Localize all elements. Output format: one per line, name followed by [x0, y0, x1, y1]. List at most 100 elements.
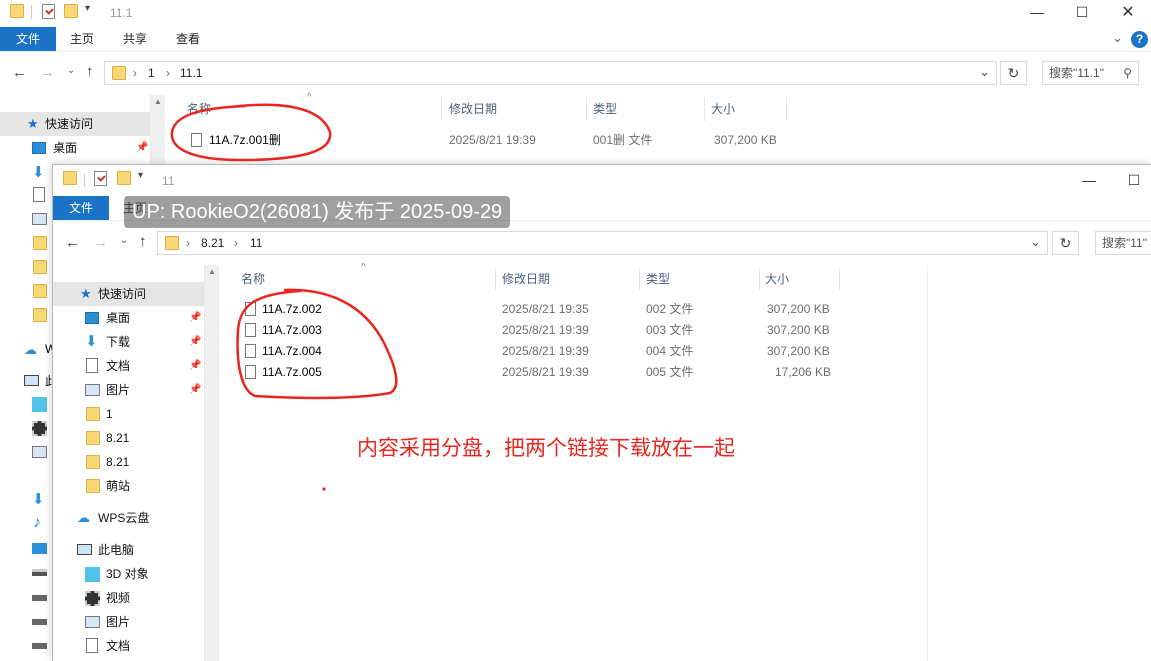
- address-dropdown-icon[interactable]: ⌄: [979, 64, 990, 80]
- file-row[interactable]: 11A.7z.005 2025/8/21 19:39 005 文件 17,206…: [219, 362, 1151, 383]
- column-header-name[interactable]: 名称: [241, 265, 265, 293]
- minimize-button[interactable]: —: [1014, 0, 1060, 25]
- column-divider[interactable]: [759, 267, 760, 291]
- properties-icon[interactable]: [94, 171, 107, 189]
- nav-item-folder-1[interactable]: 1: [53, 402, 204, 426]
- properties-icon[interactable]: [42, 4, 55, 22]
- nav-item-pictures[interactable]: 图片 📌: [53, 378, 204, 402]
- search-input[interactable]: 搜索"11.1" ⚲: [1042, 61, 1139, 85]
- file-date: 2025/8/21 19:35: [502, 302, 589, 316]
- nav-item-documents[interactable]: 文档 📌: [53, 354, 204, 378]
- back-arrow-icon[interactable]: ←: [12, 64, 27, 81]
- file-date: 2025/8/21 19:39: [502, 365, 589, 379]
- 3d-objects-icon: [85, 567, 100, 582]
- nav-label: 快速访问: [45, 117, 94, 131]
- nav-item-folder-mengzhan[interactable]: 萌站: [53, 474, 204, 498]
- scroll-up-icon[interactable]: ▲: [208, 267, 216, 276]
- drive-icon: [32, 569, 47, 576]
- address-bar[interactable]: › 8.21 › 11 ⌄: [157, 231, 1048, 255]
- nav-item-documents-pc[interactable]: 文档: [53, 634, 204, 658]
- column-divider[interactable]: [639, 267, 640, 291]
- nav-item-desktop[interactable]: 桌面 📌: [53, 306, 204, 330]
- tab-home[interactable]: 主页: [70, 27, 94, 51]
- pin-icon[interactable]: 📌: [189, 354, 201, 378]
- breadcrumb-item[interactable]: 11.1: [180, 66, 202, 80]
- forward-arrow-icon[interactable]: →: [40, 64, 55, 81]
- column-header-date[interactable]: 修改日期: [502, 265, 550, 293]
- column-header-size[interactable]: 大小: [711, 95, 735, 123]
- column-divider[interactable]: [441, 97, 442, 121]
- file-row[interactable]: 11A.7z.003 2025/8/21 19:39 003 文件 307,20…: [219, 320, 1151, 341]
- nav-item-pictures-pc[interactable]: 图片: [53, 610, 204, 634]
- column-divider[interactable]: [704, 97, 705, 121]
- pin-icon[interactable]: 📌: [189, 330, 201, 354]
- up-arrow-icon[interactable]: ↑: [139, 233, 147, 250]
- tab-share[interactable]: 共享: [123, 27, 147, 51]
- pin-icon[interactable]: 📌: [136, 136, 148, 160]
- up-arrow-icon[interactable]: ↑: [86, 63, 94, 80]
- nav-item-quick-access[interactable]: ★ 快速访问: [0, 112, 150, 136]
- download-icon: ⬇: [85, 333, 98, 350]
- quick-access-dropdown-icon[interactable]: ▾: [138, 170, 143, 181]
- nav-item-desktop[interactable]: 桌面 📌: [0, 136, 150, 160]
- folder-icon: [10, 4, 24, 21]
- pin-icon[interactable]: 📌: [189, 378, 201, 402]
- breadcrumb-separator-icon: ›: [186, 236, 190, 250]
- minimize-button[interactable]: —: [1066, 168, 1112, 193]
- window-title: 11.1: [110, 6, 133, 20]
- breadcrumb-item[interactable]: 8.21: [201, 236, 224, 250]
- drive-icon: [32, 619, 47, 625]
- file-row[interactable]: 11A.7z.004 2025/8/21 19:39 004 文件 307,20…: [219, 341, 1151, 362]
- ribbon-expand-icon[interactable]: ⌄: [1112, 30, 1123, 46]
- nav-item-wps-cloud[interactable]: ☁ WPS云盘: [53, 506, 204, 530]
- nav-item-3d-objects[interactable]: 3D 对象: [53, 562, 204, 586]
- 3d-objects-icon: [32, 397, 47, 412]
- address-dropdown-icon[interactable]: ⌄: [1030, 234, 1041, 250]
- recent-dropdown-icon[interactable]: ⌄: [67, 65, 75, 76]
- file-icon: [191, 133, 202, 147]
- column-divider[interactable]: [839, 267, 840, 291]
- file-row[interactable]: 11A.7z.002 2025/8/21 19:35 002 文件 307,20…: [219, 299, 1151, 320]
- maximize-button[interactable]: ☐: [1111, 168, 1151, 193]
- column-header-size[interactable]: 大小: [765, 265, 789, 293]
- nav-item-folder-8-21[interactable]: 8.21: [53, 450, 204, 474]
- back-titlebar: ▾ 11.1 — ☐ ✕: [0, 0, 1151, 25]
- new-folder-icon[interactable]: [64, 4, 78, 21]
- column-header-name[interactable]: 名称: [187, 95, 211, 123]
- new-folder-icon[interactable]: [117, 171, 131, 188]
- refresh-button[interactable]: ↻: [1000, 61, 1027, 85]
- nav-scrollbar[interactable]: ▲: [204, 265, 219, 661]
- tab-view[interactable]: 查看: [176, 27, 200, 51]
- file-row[interactable]: 11A.7z.001删 2025/8/21 19:39 001删 文件 307,…: [165, 130, 1151, 151]
- column-divider[interactable]: [586, 97, 587, 121]
- maximize-button[interactable]: ☐: [1059, 0, 1105, 25]
- recent-dropdown-icon[interactable]: ⌄: [120, 235, 128, 246]
- file-icon: [245, 323, 256, 337]
- nav-item-folder-8-21[interactable]: 8.21: [53, 426, 204, 450]
- nav-item-quick-access[interactable]: ★ 快速访问: [53, 282, 204, 306]
- refresh-button[interactable]: ↻: [1052, 231, 1079, 255]
- scroll-up-icon[interactable]: ▲: [154, 97, 162, 106]
- close-button[interactable]: ✕: [1105, 0, 1151, 25]
- column-header-type[interactable]: 类型: [593, 95, 617, 123]
- help-icon[interactable]: ?: [1131, 31, 1148, 48]
- search-input[interactable]: 搜索"11": [1095, 231, 1151, 255]
- back-arrow-icon[interactable]: ←: [65, 234, 80, 251]
- column-divider[interactable]: [786, 97, 787, 121]
- pin-icon[interactable]: 📌: [189, 306, 201, 330]
- search-icon: ⚲: [1123, 66, 1132, 80]
- nav-item-videos[interactable]: 视频: [53, 586, 204, 610]
- forward-arrow-icon[interactable]: →: [93, 234, 108, 251]
- column-header-date[interactable]: 修改日期: [449, 95, 497, 123]
- column-divider[interactable]: [495, 267, 496, 291]
- breadcrumb-item[interactable]: 1: [148, 66, 155, 80]
- address-bar[interactable]: › 1 › 11.1 ⌄: [104, 61, 997, 85]
- nav-item-downloads[interactable]: ⬇ 下载 📌: [53, 330, 204, 354]
- breadcrumb-item[interactable]: 11: [250, 236, 262, 250]
- pc-icon: [24, 375, 39, 386]
- nav-item-this-pc[interactable]: 此电脑: [53, 538, 204, 562]
- tab-file[interactable]: 文件: [53, 196, 109, 220]
- tab-file[interactable]: 文件: [0, 27, 56, 51]
- column-header-type[interactable]: 类型: [646, 265, 670, 293]
- quick-access-dropdown-icon[interactable]: ▾: [85, 3, 90, 14]
